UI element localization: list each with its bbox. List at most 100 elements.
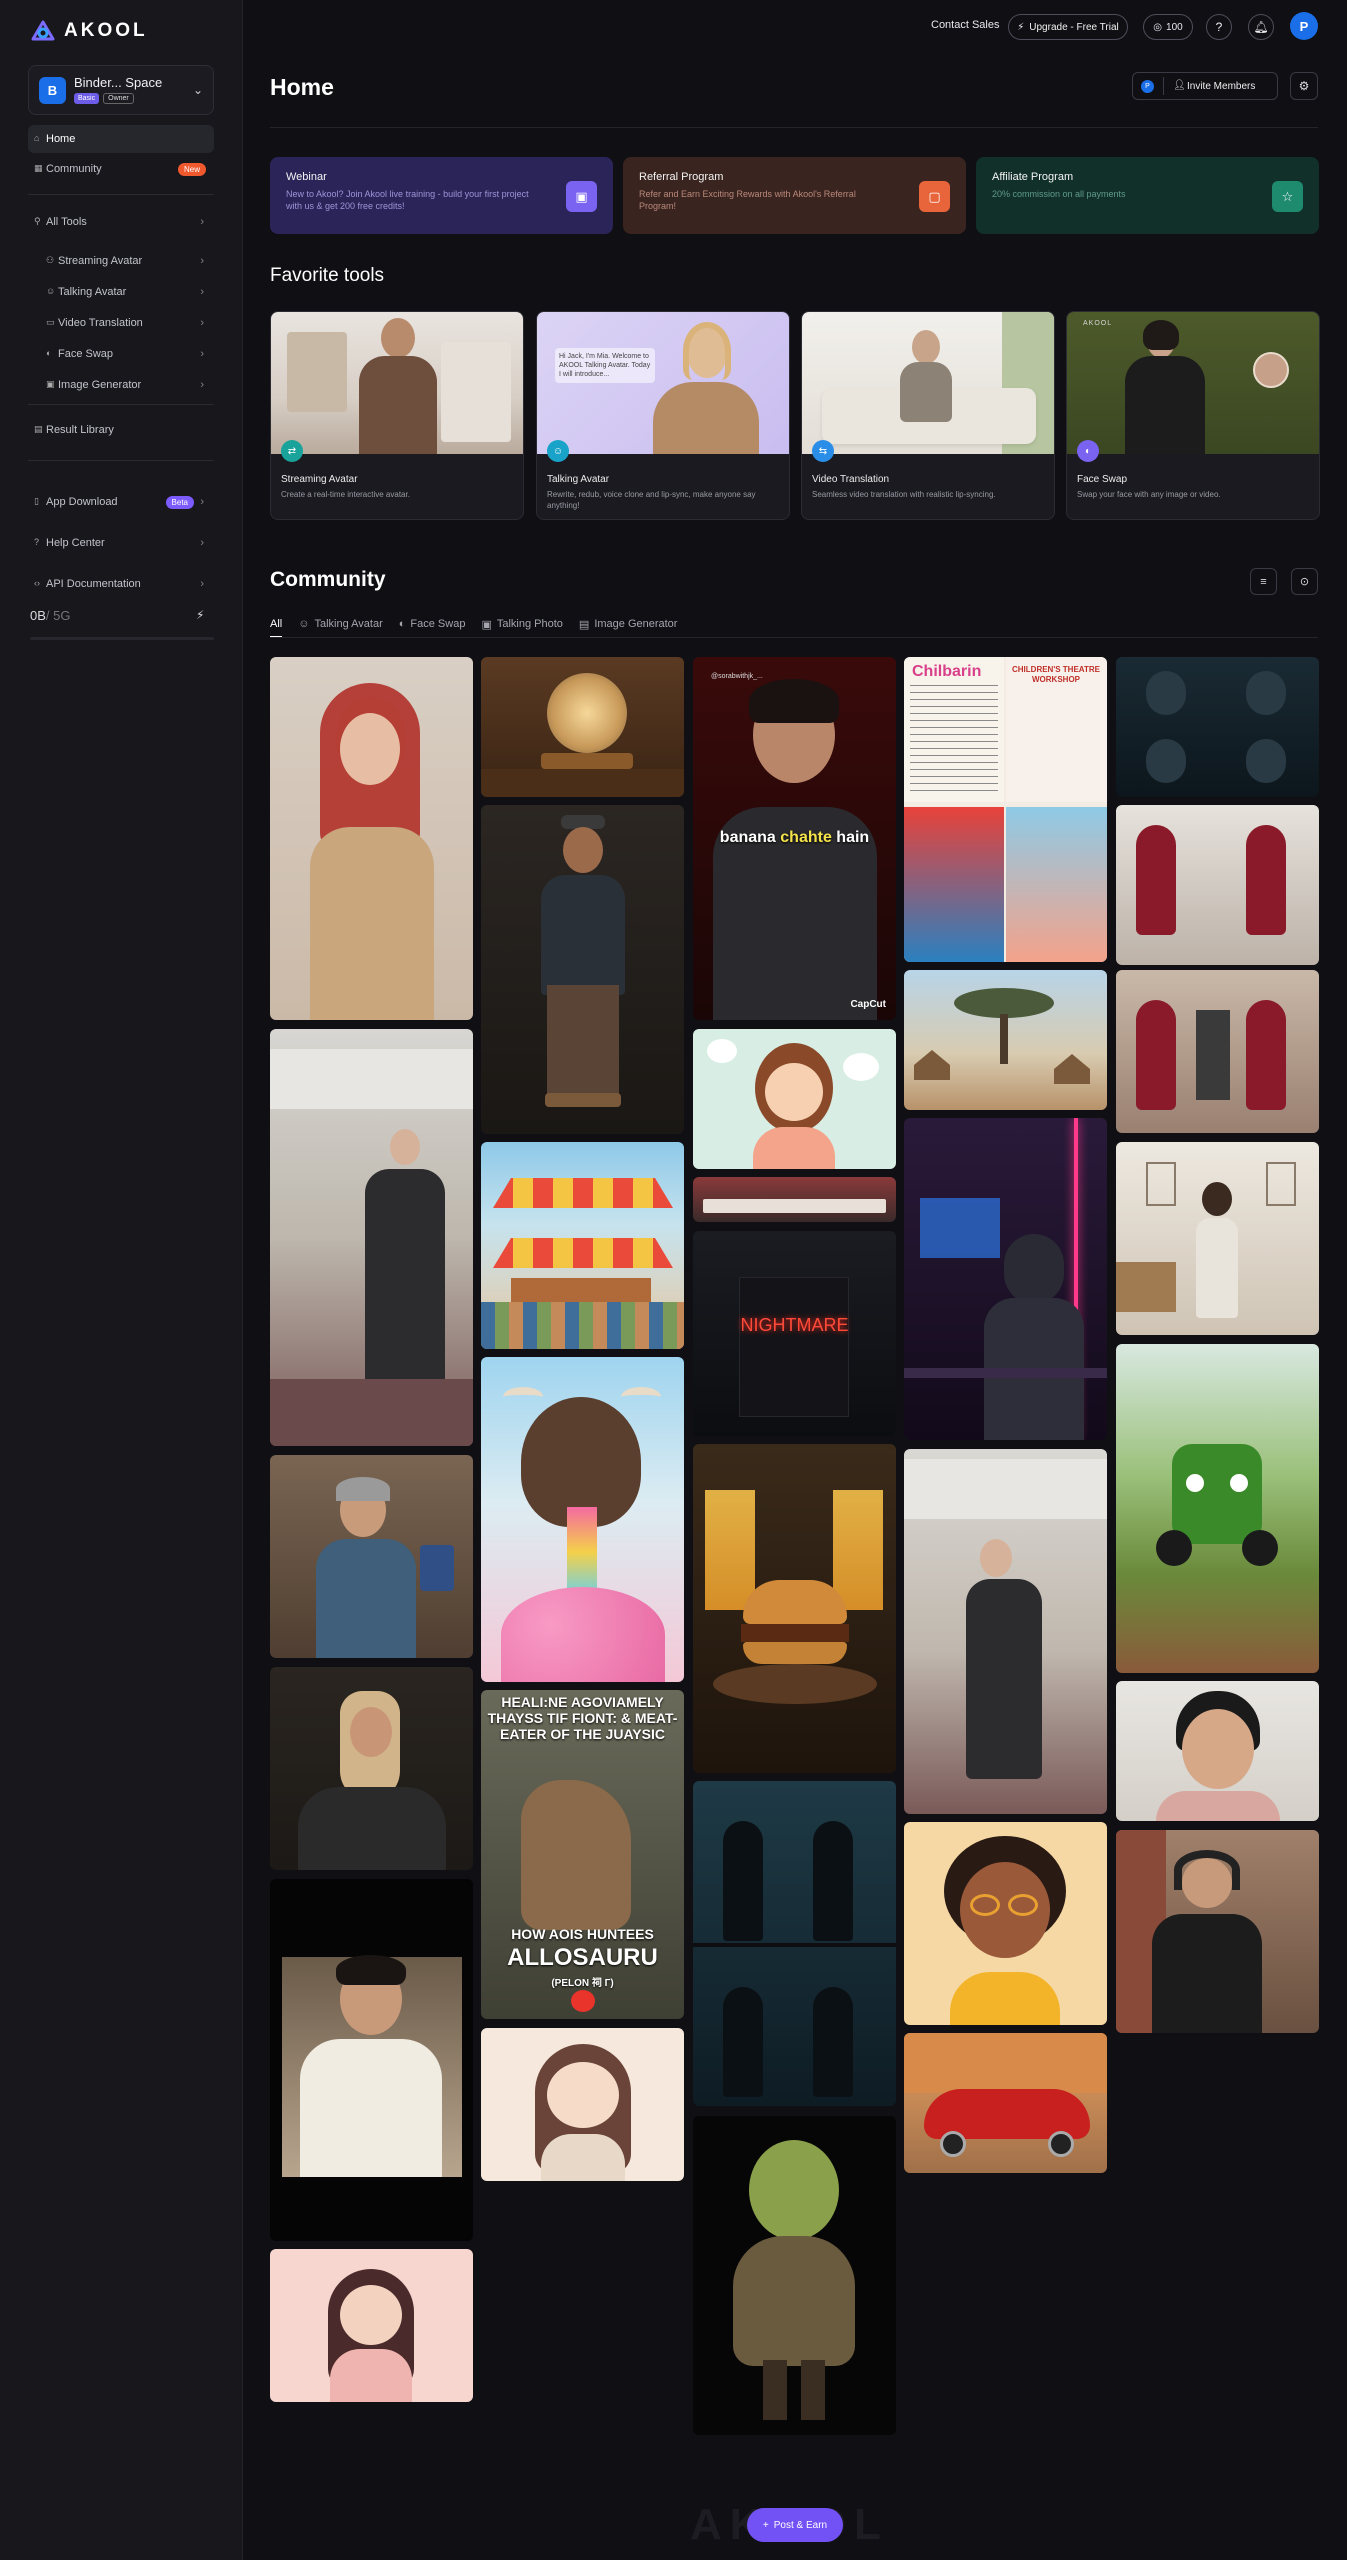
- sidebar-item-label: All Tools: [46, 216, 87, 228]
- settings-button[interactable]: ⚙: [1290, 72, 1318, 100]
- community-card[interactable]: [1116, 657, 1319, 797]
- sidebar-item-streaming-avatar[interactable]: ⚇ Streaming Avatar ›: [40, 247, 214, 275]
- sidebar-item-all-tools[interactable]: ⚲ All Tools ›: [28, 208, 214, 236]
- tab-talking-avatar[interactable]: ☺ Talking Avatar: [298, 614, 383, 634]
- community-card[interactable]: [1116, 1142, 1319, 1335]
- post-and-earn-button[interactable]: + Post & Earn: [747, 2508, 843, 2542]
- tab-image-generator[interactable]: ▤ Image Generator: [579, 614, 678, 634]
- community-card[interactable]: [904, 970, 1107, 1110]
- sidebar-item-community[interactable]: ▦ Community New: [28, 155, 214, 183]
- storage-used: 0B: [30, 608, 46, 623]
- contact-sales-link[interactable]: Contact Sales: [931, 19, 999, 31]
- sidebar-item-image-generator[interactable]: ▣ Image Generator ›: [40, 371, 214, 399]
- community-card[interactable]: [1116, 1681, 1319, 1821]
- community-card[interactable]: [904, 1449, 1107, 1814]
- community-card[interactable]: [904, 1822, 1107, 2025]
- tab-label: Face Swap: [410, 618, 466, 630]
- my-posts-button[interactable]: ⊙: [1291, 568, 1318, 595]
- community-card[interactable]: [270, 1455, 473, 1658]
- affiliate-banner[interactable]: Affiliate Program 20% commission on all …: [976, 157, 1319, 234]
- community-card[interactable]: [481, 2028, 684, 2181]
- tab-talking-photo[interactable]: ▣ Talking Photo: [481, 614, 562, 634]
- community-card[interactable]: [481, 1357, 684, 1682]
- webinar-banner[interactable]: Webinar New to Akool? Join Akool live tr…: [270, 157, 613, 234]
- user-avatar[interactable]: P: [1290, 12, 1318, 40]
- tool-card-streaming-avatar[interactable]: ⇄ Streaming Avatar Create a real-time in…: [270, 311, 524, 520]
- community-card[interactable]: [270, 1029, 473, 1446]
- tile-caption: banana chahte hain: [693, 829, 896, 847]
- chat-bubble: Hi Jack, I'm Mia. Welcome to AKOOL Talki…: [555, 348, 655, 383]
- page-title: Home: [270, 74, 334, 100]
- community-card[interactable]: [481, 805, 684, 1134]
- invite-members-button[interactable]: P 👤︎ Invite Members: [1132, 72, 1278, 100]
- tool-card-talking-avatar[interactable]: Hi Jack, I'm Mia. Welcome to AKOOL Talki…: [536, 311, 790, 520]
- community-card[interactable]: Chilbarin CHILDREN'S THEATRE WORKSHOP: [904, 657, 1107, 962]
- sort-button[interactable]: ≡: [1250, 568, 1277, 595]
- face-swap-icon: ◐: [1077, 440, 1099, 462]
- caption-highlight: chahte: [780, 829, 832, 846]
- help-icon: ?: [34, 537, 40, 547]
- brand-logo[interactable]: AKOOL: [30, 20, 148, 42]
- notifications-button[interactable]: 🔔︎: [1248, 14, 1274, 40]
- sidebar-item-video-translation[interactable]: ▭ Video Translation ›: [40, 309, 214, 337]
- community-title: Community: [270, 568, 386, 591]
- community-card[interactable]: [904, 1118, 1107, 1440]
- sidebar-divider: [28, 194, 214, 195]
- invite-label: Invite Members: [1187, 81, 1256, 92]
- tool-description: Create a real-time interactive avatar.: [281, 490, 410, 499]
- community-card[interactable]: [693, 1177, 896, 1222]
- referral-banner[interactable]: Referral Program Refer and Earn Exciting…: [623, 157, 966, 234]
- community-card[interactable]: [481, 657, 684, 797]
- community-card[interactable]: [481, 1142, 684, 1349]
- sidebar-item-api-documentation[interactable]: ‹› API Documentation ›: [28, 570, 214, 598]
- community-card[interactable]: [693, 1029, 896, 1169]
- upgrade-button[interactable]: ⚡ Upgrade - Free Trial: [1008, 14, 1128, 40]
- tool-description: Seamless video translation with realisti…: [812, 490, 996, 499]
- community-card[interactable]: [270, 657, 473, 1020]
- community-card[interactable]: [1116, 1830, 1319, 2033]
- sidebar-item-talking-avatar[interactable]: ☺ Talking Avatar ›: [40, 278, 214, 306]
- community-card[interactable]: [693, 1444, 896, 1773]
- bolt-icon[interactable]: ⚡: [196, 608, 204, 622]
- sidebar-item-result-library[interactable]: ▤ Result Library: [28, 416, 214, 444]
- community-card[interactable]: [270, 2249, 473, 2402]
- community-card[interactable]: [904, 2033, 1107, 2173]
- star-icon: ☆: [1272, 181, 1303, 212]
- tab-all[interactable]: All: [270, 614, 283, 638]
- tile-caption: HOW AOIS HUNTEES: [511, 1926, 654, 1942]
- tool-card-face-swap[interactable]: AKOOL ◐ Face Swap Swap your face with an…: [1066, 311, 1320, 520]
- sidebar-item-face-swap[interactable]: ◐ Face Swap ›: [40, 340, 214, 368]
- sidebar-item-home[interactable]: ⌂ Home: [28, 125, 214, 153]
- image-icon: ▣: [46, 379, 55, 389]
- community-card[interactable]: [693, 2116, 896, 2435]
- community-card[interactable]: [1116, 970, 1319, 1133]
- bell-icon: 🔔︎: [1253, 20, 1269, 34]
- sidebar-item-help-center[interactable]: ? Help Center ›: [28, 529, 214, 557]
- sidebar-item-app-download[interactable]: ▯ App Download Beta ›: [28, 488, 214, 516]
- role-badge: Owner: [103, 93, 134, 104]
- community-card[interactable]: [270, 1667, 473, 1870]
- video-translation-preview: [802, 312, 1054, 454]
- tool-name: Face Swap: [1077, 474, 1128, 485]
- chevron-right-icon: ›: [200, 348, 204, 360]
- sidebar-divider: [28, 460, 214, 461]
- community-card[interactable]: NIGHTMARE: [693, 1231, 896, 1436]
- tab-label: All: [270, 618, 283, 630]
- beta-badge: Beta: [165, 496, 194, 509]
- community-card[interactable]: [1116, 805, 1319, 965]
- help-button[interactable]: ?: [1206, 14, 1232, 40]
- sidebar-item-label: Talking Avatar: [58, 286, 127, 298]
- community-card[interactable]: @sorabwithjk_... banana chahte hain CapC…: [693, 657, 896, 1020]
- tile-caption: NIGHTMARE: [740, 1315, 849, 1335]
- community-card[interactable]: [1116, 1344, 1319, 1673]
- sidebar-item-label: Help Center: [46, 537, 105, 549]
- community-card[interactable]: HEALI:NE AGOVIAMELY THAYSS TIF FIONT: & …: [481, 1690, 684, 2019]
- credits-button[interactable]: ◎ 100: [1143, 14, 1193, 40]
- community-card[interactable]: [270, 1879, 473, 2241]
- community-card[interactable]: [693, 1781, 896, 2106]
- tool-card-video-translation[interactable]: ⇆ Video Translation Seamless video trans…: [801, 311, 1055, 520]
- talking-avatar-preview: Hi Jack, I'm Mia. Welcome to AKOOL Talki…: [537, 312, 789, 454]
- tab-face-swap[interactable]: ◐ Face Swap: [399, 614, 466, 634]
- workspace-switcher[interactable]: B Binder... Space Basic Owner ⌄: [28, 65, 214, 115]
- streaming-avatar-icon: ⇄: [281, 440, 303, 462]
